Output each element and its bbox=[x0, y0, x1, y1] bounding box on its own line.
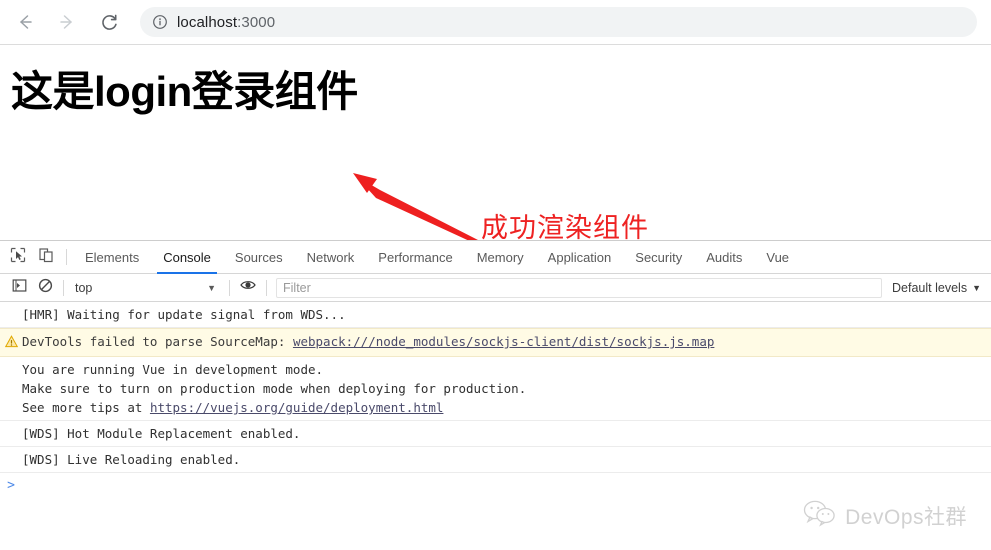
url-host: localhost bbox=[177, 13, 238, 31]
log-gutter bbox=[0, 305, 22, 307]
log-message: [WDS] Live Reloading enabled. bbox=[22, 452, 241, 467]
console-sidebar-button[interactable] bbox=[6, 275, 32, 301]
log-message: You are running Vue in development mode.… bbox=[22, 360, 991, 417]
filter-input[interactable]: Filter bbox=[276, 277, 883, 298]
console-row-live-reloading: [WDS] Live Reloading enabled. bbox=[0, 447, 991, 473]
console-message-list[interactable]: [HMR] Waiting for update signal from WDS… bbox=[0, 302, 991, 550]
tab-sources[interactable]: Sources bbox=[223, 241, 295, 273]
reload-button[interactable] bbox=[92, 5, 126, 39]
tab-elements[interactable]: Elements bbox=[73, 241, 151, 273]
prompt-caret-icon: > bbox=[7, 478, 15, 493]
arrow-right-icon bbox=[57, 12, 77, 32]
sourcemap-link[interactable]: webpack:///node_modules/sockjs-client/di… bbox=[293, 334, 714, 349]
tab-application[interactable]: Application bbox=[536, 241, 624, 273]
toolbar-divider bbox=[266, 279, 267, 296]
log-levels-label: Default levels bbox=[892, 280, 968, 295]
log-line-3-prefix: See more tips at bbox=[22, 400, 150, 415]
tab-security[interactable]: Security bbox=[623, 241, 694, 273]
warning-triangle-icon bbox=[4, 334, 18, 353]
vue-deployment-link[interactable]: https://vuejs.org/guide/deployment.html bbox=[150, 400, 444, 415]
live-expression-button[interactable] bbox=[235, 275, 261, 301]
url-port: :3000 bbox=[237, 13, 276, 31]
tab-audits[interactable]: Audits bbox=[694, 241, 754, 273]
annotation-label: 成功渲染组件 bbox=[481, 213, 649, 240]
log-message: [WDS] Hot Module Replacement enabled. bbox=[22, 426, 301, 441]
forward-button[interactable] bbox=[50, 5, 84, 39]
inspect-element-button[interactable] bbox=[4, 241, 32, 273]
log-message-text: DevTools failed to parse SourceMap: bbox=[22, 334, 293, 349]
console-row-vue-devmode: You are running Vue in development mode.… bbox=[0, 357, 991, 421]
back-button[interactable] bbox=[8, 5, 42, 39]
browser-toolbar: localhost:3000 bbox=[0, 0, 991, 45]
log-gutter bbox=[0, 360, 22, 362]
chevron-down-icon: ▼ bbox=[972, 282, 981, 293]
chevron-down-icon: ▼ bbox=[207, 282, 216, 293]
console-row-sourcemap-warning: DevTools failed to parse SourceMap: webp… bbox=[0, 328, 991, 357]
log-gutter bbox=[0, 332, 22, 353]
eye-icon bbox=[240, 278, 256, 297]
filter-placeholder: Filter bbox=[283, 280, 311, 295]
inspect-element-icon bbox=[10, 247, 26, 268]
clear-console-icon bbox=[38, 278, 53, 298]
toolbar-divider bbox=[229, 279, 230, 296]
address-bar[interactable]: localhost:3000 bbox=[140, 7, 977, 37]
tab-console[interactable]: Console bbox=[151, 241, 223, 274]
toolbar-divider bbox=[66, 249, 67, 265]
toolbar-divider bbox=[63, 279, 64, 296]
tab-performance[interactable]: Performance bbox=[366, 241, 464, 273]
console-row-hmr: [HMR] Waiting for update signal from WDS… bbox=[0, 302, 991, 328]
url-text: localhost:3000 bbox=[177, 14, 275, 31]
execution-context-value: top bbox=[75, 280, 93, 295]
log-line-2: Make sure to turn on production mode whe… bbox=[22, 381, 527, 396]
log-line-1: You are running Vue in development mode. bbox=[22, 362, 324, 377]
reload-icon bbox=[99, 12, 120, 33]
console-toolbar: top ▼ Filter Default levels ▼ bbox=[0, 274, 991, 302]
tab-vue[interactable]: Vue bbox=[754, 241, 801, 273]
device-toolbar-button[interactable] bbox=[32, 241, 60, 273]
devtools-panel: Elements Console Sources Network Perform… bbox=[0, 240, 991, 550]
log-message: DevTools failed to parse SourceMap: webp… bbox=[22, 332, 991, 351]
execution-context-select[interactable]: top ▼ bbox=[69, 281, 224, 295]
console-row-hmr-enabled: [WDS] Hot Module Replacement enabled. bbox=[0, 421, 991, 447]
log-message: [HMR] Waiting for update signal from WDS… bbox=[22, 307, 346, 322]
device-toolbar-icon bbox=[38, 247, 54, 268]
page-title: 这是login登录组件 bbox=[11, 68, 358, 115]
devtools-tabbar: Elements Console Sources Network Perform… bbox=[0, 241, 991, 274]
tab-memory[interactable]: Memory bbox=[465, 241, 536, 273]
tab-network[interactable]: Network bbox=[295, 241, 367, 273]
console-prompt[interactable]: > bbox=[0, 473, 991, 493]
page-viewport: 这是login登录组件 成功渲染组件 bbox=[0, 46, 991, 240]
browser-window: localhost:3000 这是login登录组件 成功渲染组件 Elemen… bbox=[0, 0, 991, 550]
arrow-left-icon bbox=[15, 12, 35, 32]
log-levels-select[interactable]: Default levels ▼ bbox=[886, 281, 991, 295]
log-gutter bbox=[0, 424, 22, 426]
console-sidebar-icon bbox=[12, 278, 27, 298]
log-gutter bbox=[0, 450, 22, 452]
clear-console-button[interactable] bbox=[32, 275, 58, 301]
red-arrow-icon bbox=[353, 173, 478, 240]
info-circle-icon[interactable] bbox=[152, 14, 168, 30]
